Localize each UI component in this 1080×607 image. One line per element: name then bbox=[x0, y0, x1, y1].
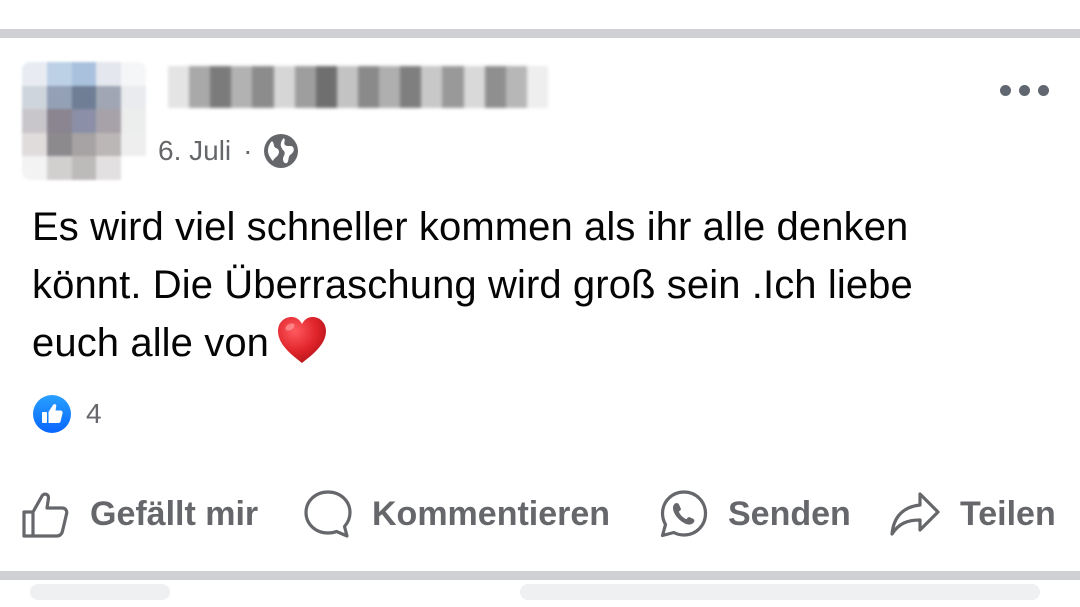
whatsapp-icon bbox=[660, 490, 708, 538]
more-dot bbox=[1000, 84, 1011, 96]
post-text-line: Es wird viel schneller kommen als ihr al… bbox=[32, 205, 909, 249]
red-heart-emoji-icon bbox=[278, 317, 327, 363]
globe-icon[interactable] bbox=[262, 132, 300, 170]
share-arrow-icon bbox=[890, 492, 940, 536]
more-dot bbox=[1019, 84, 1030, 96]
comment-bubble-icon bbox=[304, 490, 352, 538]
next-post-placeholder bbox=[30, 584, 170, 600]
post-text-line: euch alle von bbox=[32, 321, 270, 365]
facebook-post-screenshot: 6. Juli · Es wird viel schneller kommen … bbox=[0, 0, 1080, 607]
next-post-edge bbox=[0, 580, 1080, 607]
next-post-placeholder bbox=[520, 584, 1040, 600]
reactions-count: 4 bbox=[86, 398, 102, 429]
reactions-summary[interactable]: 4 bbox=[32, 394, 102, 434]
post-text: Es wird viel schneller kommen als ihr al… bbox=[32, 198, 1052, 372]
meta-separator: · bbox=[243, 135, 253, 166]
post-meta: 6. Juli · bbox=[158, 132, 300, 170]
author-name[interactable] bbox=[168, 66, 548, 108]
post-text-line-last: euch alle von bbox=[32, 314, 1052, 372]
post-date[interactable]: 6. Juli bbox=[158, 135, 231, 167]
like-button[interactable]: Gefällt mir bbox=[20, 484, 258, 544]
feed-divider-top bbox=[0, 29, 1080, 38]
share-button-label: Teilen bbox=[960, 494, 1056, 533]
like-badge-icon bbox=[33, 395, 71, 433]
author-avatar[interactable] bbox=[22, 62, 146, 180]
like-button-label: Gefällt mir bbox=[90, 494, 259, 533]
more-dot bbox=[1038, 84, 1049, 96]
post-text-line: könnt. Die Überraschung wird groß sein .… bbox=[32, 263, 913, 307]
thumbs-up-icon bbox=[22, 492, 69, 538]
send-button-label: Senden bbox=[728, 494, 851, 533]
comment-button-label: Kommentieren bbox=[372, 494, 611, 533]
feed-divider-bottom bbox=[0, 571, 1080, 580]
more-horizontal-icon[interactable] bbox=[1000, 80, 1056, 100]
send-whatsapp-button[interactable]: Senden bbox=[658, 484, 851, 544]
comment-button[interactable]: Kommentieren bbox=[302, 484, 610, 544]
share-button[interactable]: Teilen bbox=[888, 484, 1056, 544]
post-action-bar: Gefällt mir Kommentieren Senden Teilen bbox=[0, 484, 1080, 544]
